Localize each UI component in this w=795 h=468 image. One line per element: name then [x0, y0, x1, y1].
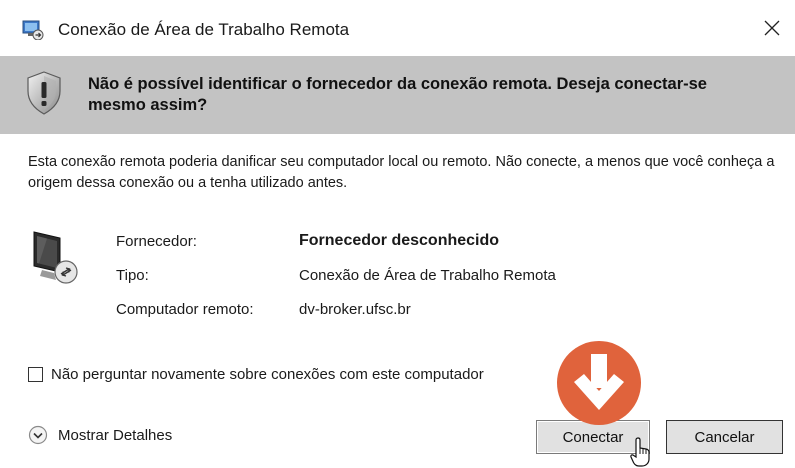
description-text: Esta conexão remota poderia danificar se… — [28, 154, 775, 191]
window-title: Conexão de Área de Trabalho Remota — [58, 20, 350, 39]
show-details-toggle[interactable]: Mostrar Detalhes — [28, 425, 172, 445]
warning-message: Não é possível identificar o fornecedor … — [88, 75, 707, 114]
remote-computer-icon — [33, 231, 78, 284]
type-label: Tipo: — [116, 267, 149, 284]
shield-warning-icon — [27, 71, 61, 115]
provider-value: Fornecedor desconhecido — [299, 232, 500, 249]
arrow-down-icon — [557, 341, 641, 425]
title-bar: Conexão de Área de Trabalho Remota — [0, 0, 795, 56]
remote-computer-label: Computador remoto: — [116, 301, 254, 318]
warning-banner: Não é possível identificar o fornecedor … — [0, 56, 795, 134]
dont-ask-again-option[interactable]: Não perguntar novamente sobre conexões c… — [28, 366, 484, 383]
mouse-cursor-icon — [630, 437, 650, 467]
type-value: Conexão de Área de Trabalho Remota — [299, 267, 556, 284]
close-icon — [764, 20, 780, 36]
dont-ask-again-checkbox[interactable] — [28, 367, 43, 382]
dont-ask-again-label: Não perguntar novamente sobre conexões c… — [51, 366, 484, 383]
show-details-label: Mostrar Detalhes — [58, 426, 173, 444]
chevron-down-circle-icon — [28, 425, 48, 445]
provider-label: Fornecedor: — [116, 233, 197, 250]
remote-desktop-icon — [22, 20, 44, 40]
cancel-button[interactable]: Cancelar — [666, 420, 783, 454]
close-button[interactable] — [749, 8, 795, 48]
remote-computer-value: dv-broker.ufsc.br — [299, 301, 411, 318]
